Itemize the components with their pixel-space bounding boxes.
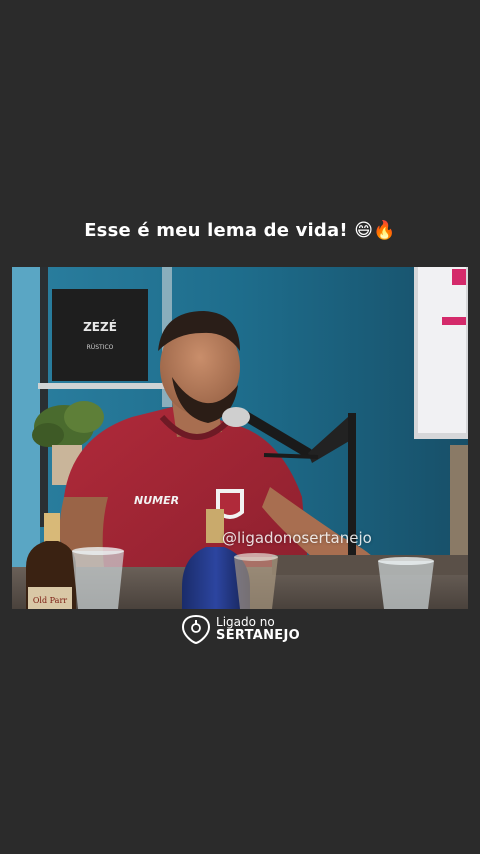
shirt-brand: NUMER — [134, 494, 179, 507]
guitar-pick-icon — [182, 614, 211, 645]
brand-logo: Ligado no SERTANEJO — [0, 612, 480, 646]
box-logo-top: ZEZÉ — [83, 319, 117, 334]
video-watermark: @ligadonosertanejo — [222, 529, 372, 547]
bottle-label: Old Parr — [33, 596, 67, 605]
glass-left — [72, 547, 124, 609]
glass-middle — [234, 553, 278, 609]
glass-right — [378, 557, 434, 609]
video-player[interactable]: ZEZÉ RÚSTICO NUMER Old Parr — [12, 267, 468, 609]
post-caption: Esse é meu lema de vida! 😄🔥 — [84, 220, 396, 241]
brand-line2: SERTANEJO — [216, 628, 300, 643]
box-logo-bottom: RÚSTICO — [87, 344, 114, 351]
box-decor — [52, 289, 148, 381]
video-frame: ZEZÉ RÚSTICO NUMER Old Parr — [12, 267, 468, 609]
story-screen: Esse é meu lema de vida! 😄🔥 ZEZÉ RÚSTICO… — [0, 0, 480, 854]
